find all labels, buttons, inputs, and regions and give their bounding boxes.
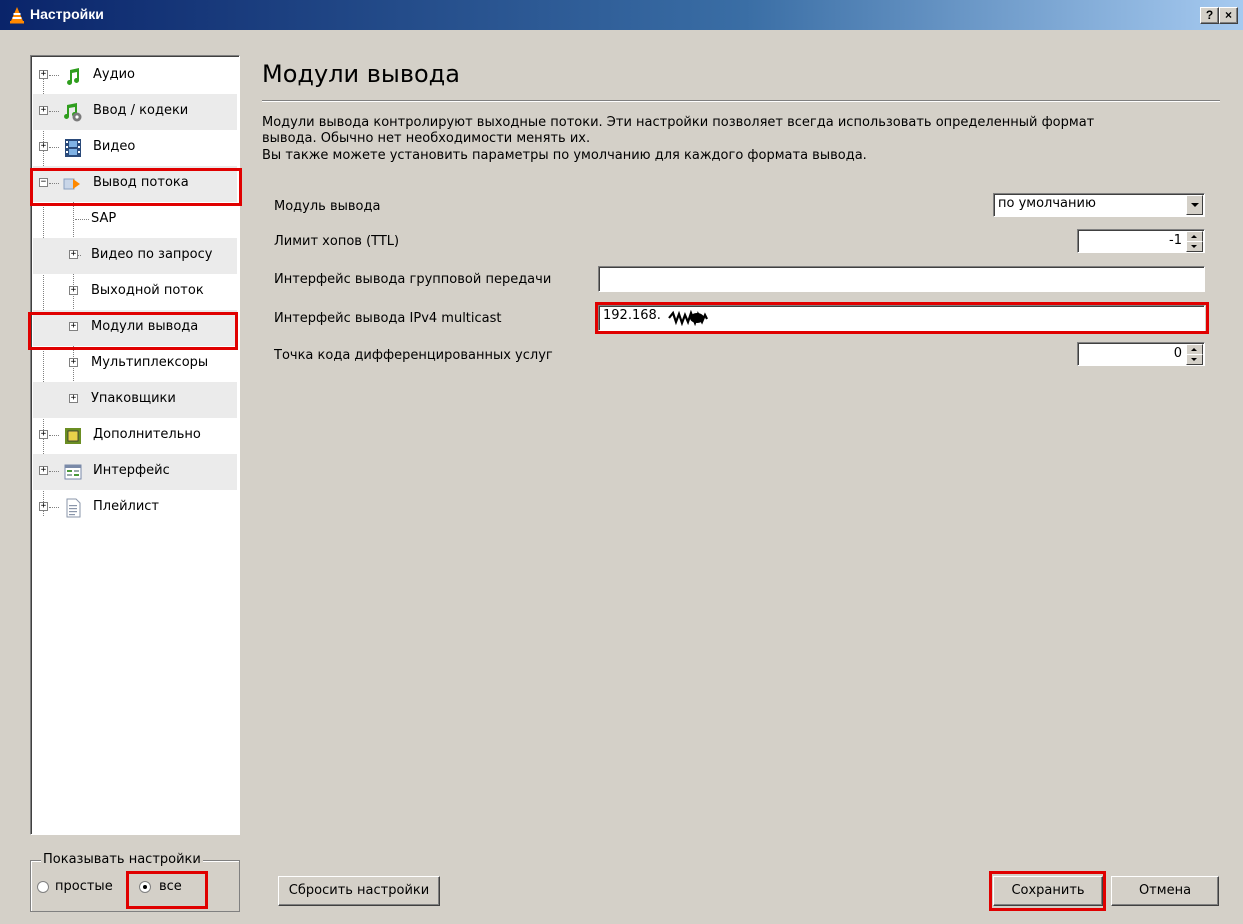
description-line: Вы также можете установить параметры по … <box>262 148 867 163</box>
interface-window-icon <box>64 464 82 480</box>
music-note-icon <box>67 68 80 85</box>
expand-icon[interactable]: + <box>39 502 48 511</box>
tree-item-label: Модули вывода <box>91 319 199 334</box>
tree-item-label: Мультиплексоры <box>91 355 209 370</box>
expand-icon[interactable]: + <box>69 322 78 331</box>
ttl-value: -1 <box>1169 233 1182 248</box>
output-module-select[interactable]: по умолчанию <box>993 193 1205 217</box>
cpu-chip-icon <box>65 428 81 444</box>
tree-item-label: Плейлист <box>93 499 160 514</box>
multicast-iface-label: Интерфейс вывода групповой передачи <box>274 272 552 287</box>
window-title: Настройки <box>30 6 104 22</box>
tree-item-audio[interactable]: + Аудио <box>33 58 237 94</box>
expand-icon[interactable]: + <box>39 106 48 115</box>
tree-item-advanced[interactable]: + Дополнительно <box>33 418 237 454</box>
save-button[interactable]: Сохранить <box>993 876 1103 906</box>
ipv4-multicast-label: Интерфейс вывода IPv4 multicast <box>274 311 502 326</box>
tree-item-label: SAP <box>91 211 117 226</box>
spin-down-icon[interactable] <box>1186 241 1203 252</box>
show-settings-legend: Показывать настройки <box>41 852 203 867</box>
tree-branch <box>49 75 59 76</box>
vlc-cone-icon <box>10 7 24 24</box>
expand-icon[interactable]: + <box>39 430 48 439</box>
radio-all-label[interactable]: все <box>159 879 182 894</box>
chevron-down-icon[interactable] <box>1186 195 1203 215</box>
title-divider <box>262 100 1220 102</box>
expand-icon[interactable]: + <box>69 358 78 367</box>
tree-item-output-stream[interactable]: + Выходной поток <box>33 274 237 310</box>
redacted-scribble-icon <box>668 310 708 326</box>
dscp-spinbox[interactable]: 0 <box>1077 342 1205 366</box>
output-module-label: Модуль вывода <box>274 199 381 214</box>
tree-item-playlist[interactable]: + Плейлист <box>33 490 237 526</box>
expand-icon[interactable]: + <box>69 394 78 403</box>
radio-simple-label[interactable]: простые <box>55 879 113 894</box>
spin-down-icon[interactable] <box>1186 354 1203 365</box>
film-icon <box>65 139 81 157</box>
tree-item-label: Упаковщики <box>91 391 176 406</box>
description-line: вывода. Обычно нет необходимости менять … <box>262 131 591 146</box>
tree-item-output-modules[interactable]: + Модули вывода <box>33 310 237 346</box>
tree-item-video[interactable]: + Видео <box>33 130 237 166</box>
tree-item-label: Дополнительно <box>93 427 201 442</box>
expand-icon[interactable]: + <box>39 142 48 151</box>
ipv4-multicast-input[interactable]: 192.168. <box>598 305 1205 331</box>
radio-simple[interactable] <box>37 881 49 893</box>
expand-icon[interactable]: + <box>39 466 48 475</box>
dscp-value: 0 <box>1173 346 1182 361</box>
page-title: Модули вывода <box>262 60 460 88</box>
title-bar: Настройки ? × <box>0 0 1243 30</box>
tree-item-label: Выходной поток <box>91 283 204 298</box>
tree-item-stream-output[interactable]: − Вывод потока <box>33 166 237 202</box>
ipv4-multicast-value: 192.168. <box>603 308 661 323</box>
codec-icon <box>64 103 82 122</box>
tree-item-muxers[interactable]: + Мультиплексоры <box>33 346 237 382</box>
tree-item-packetizers[interactable]: + Упаковщики <box>33 382 237 418</box>
expand-icon[interactable]: + <box>69 286 78 295</box>
output-module-value: по умолчанию <box>998 196 1096 211</box>
tree-item-vod[interactable]: + Видео по запросу <box>33 238 237 274</box>
tree-item-label: Аудио <box>93 67 135 82</box>
tree-branch <box>75 219 89 220</box>
tree-item-label: Видео <box>93 139 136 154</box>
dscp-label: Точка кода дифференцированных услуг <box>274 348 553 363</box>
collapse-icon[interactable]: − <box>39 178 48 187</box>
tree-branch <box>49 471 59 472</box>
radio-all[interactable] <box>139 881 151 893</box>
ttl-spinbox[interactable]: -1 <box>1077 229 1205 253</box>
expand-icon[interactable]: + <box>39 70 48 79</box>
expand-icon[interactable]: + <box>69 250 78 259</box>
playlist-document-icon <box>66 498 81 518</box>
tree-item-label: Ввод / кодеки <box>93 103 189 118</box>
tree-branch <box>49 183 59 184</box>
tree-item-input-codecs[interactable]: + Ввод / кодеки <box>33 94 237 130</box>
tree-branch <box>49 111 59 112</box>
tree-item-label: Видео по запросу <box>91 247 213 262</box>
description-line: Модули вывода контролируют выходные пото… <box>262 115 1095 130</box>
show-settings-group: Показывать настройки простые все <box>30 852 240 912</box>
tree-item-interface[interactable]: + Интерфейс <box>33 454 237 490</box>
tree-item-sap[interactable]: SAP <box>33 202 237 238</box>
close-button[interactable]: × <box>1219 7 1238 24</box>
stream-output-icon <box>63 178 80 190</box>
help-button[interactable]: ? <box>1200 7 1219 24</box>
cancel-button[interactable]: Отмена <box>1111 876 1219 906</box>
tree-item-label: Вывод потока <box>93 175 189 190</box>
tree-branch <box>49 507 59 508</box>
tree-item-label: Интерфейс <box>93 463 170 478</box>
reset-settings-button[interactable]: Сбросить настройки <box>278 876 440 906</box>
tree-branch <box>49 147 59 148</box>
ttl-label: Лимит хопов (TTL) <box>274 234 400 249</box>
settings-tree[interactable]: + Аудио + Ввод / кодеки + Видео − Вывод … <box>30 55 240 835</box>
multicast-iface-input[interactable] <box>598 266 1205 292</box>
tree-branch <box>49 435 59 436</box>
